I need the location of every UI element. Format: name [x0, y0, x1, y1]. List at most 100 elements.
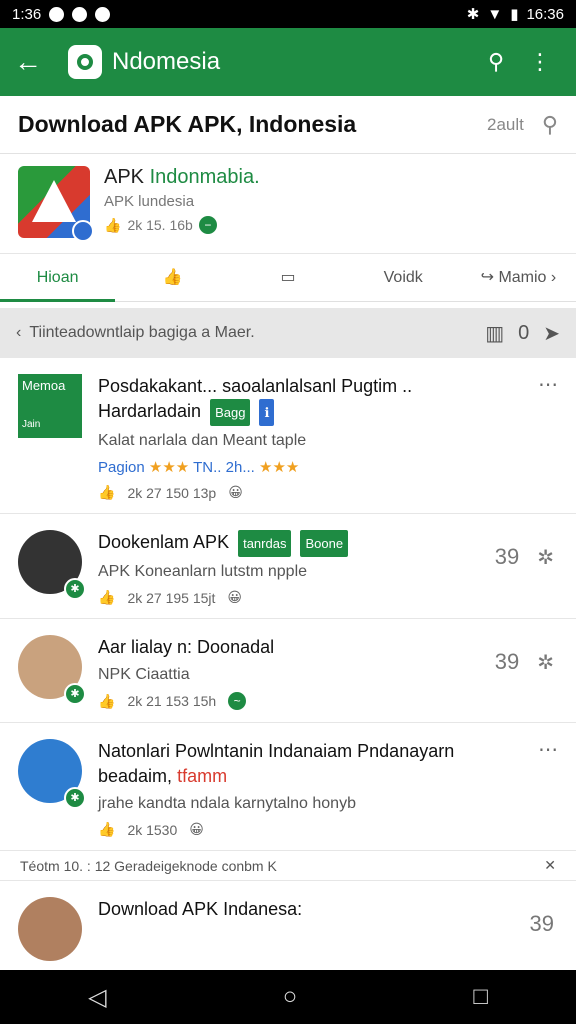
- search-query[interactable]: Download APK APK, Indonesia: [18, 111, 487, 138]
- emoji-icon: 😀: [189, 821, 204, 837]
- post-stats: 2k 1530: [127, 821, 178, 838]
- post-title-text: beadaim,: [98, 766, 173, 786]
- thumb-up-icon: 👍: [162, 268, 183, 286]
- list-item[interactable]: ✱ Natonlari Powlntanin Indanaiam Pndanay…: [0, 723, 576, 851]
- app-name-highlight: Indonmabia.: [149, 166, 260, 188]
- app-subtitle: APK lundesia: [104, 193, 195, 210]
- home-nav-icon[interactable]: ○: [283, 983, 298, 1011]
- post-title: Aar lialay n: Doonadal: [98, 637, 275, 657]
- app-header[interactable]: APK Indonmabia. APK lundesia 👍 2k 15. 16…: [0, 154, 576, 254]
- more-options-icon[interactable]: ⋯: [538, 737, 558, 762]
- status-bar: 1:36 ✱ ▼ ▮ 16:36: [0, 0, 576, 28]
- chevron-left-icon[interactable]: ‹: [16, 324, 21, 342]
- tab-share[interactable]: ↪ Mamio ›: [461, 254, 576, 302]
- list-item[interactable]: Memoa Jain Posdakakant... saoalanlalsanl…: [0, 358, 576, 514]
- post-footer: 👍 2k 1530 😀: [98, 821, 558, 838]
- chevron-right-icon: ›: [550, 268, 557, 286]
- rating-text: TN.. 2h...: [193, 459, 255, 476]
- notice-text: Tiinteadowntlaip bagiga a Maer.: [29, 324, 255, 341]
- post-description: jrahe kandta ndala karnytalno honyb: [98, 795, 356, 812]
- post-side-actions: 39 ✲: [495, 649, 554, 675]
- tab-comment[interactable]: ▭: [230, 254, 345, 302]
- list-item[interactable]: ✱ Aar lialay n: Doonadal NPK Ciaattia 👍 …: [0, 619, 576, 723]
- tab-voidk[interactable]: Voidk: [346, 254, 461, 302]
- side-count: 39: [494, 649, 520, 674]
- notice-count: 0: [518, 321, 530, 344]
- app-stats-text: 2k 15. 16b: [127, 217, 193, 233]
- search-icon[interactable]: ⚲: [474, 49, 518, 75]
- app-name: APK Indonmabia.: [104, 166, 260, 189]
- back-nav-icon[interactable]: ◁: [88, 983, 106, 1012]
- like-icon: 👍: [104, 216, 122, 233]
- emoji-icon: 😀: [228, 484, 243, 500]
- close-icon[interactable]: ✕: [544, 857, 556, 874]
- post-thumbnail: Memoa Jain: [18, 374, 82, 438]
- post-title-highlight: tfamm: [177, 766, 228, 786]
- post-footer: 👍 2k 27 150 13p 😀: [98, 484, 558, 501]
- like-icon[interactable]: 👍: [98, 821, 115, 838]
- post-title: Natonlari Powlntanin Indanaiam Pndanayar…: [98, 741, 455, 761]
- green-badge-icon: ✱: [64, 787, 86, 809]
- like-icon[interactable]: 👍: [98, 693, 115, 710]
- post-title: Dookenlam APK tanrdas Boone: [98, 530, 558, 557]
- back-arrow-icon[interactable]: ←: [14, 46, 54, 78]
- status-time: 1:36: [12, 5, 42, 23]
- notification-icon: [72, 6, 88, 22]
- search-header: Download APK APK, Indonesia 2ault ⚲: [0, 96, 576, 154]
- post-rating: Pagion ★★★ TN.. 2h... ★★★: [98, 458, 558, 476]
- info-strip: Téotm 10. : 12 Geradeigeknode conbm K ✕: [0, 851, 576, 881]
- green-badge-icon: ✱: [64, 578, 86, 600]
- app-name-part: APK: [104, 166, 145, 188]
- green-badge-icon: −: [198, 216, 217, 234]
- list-item[interactable]: ✱ Dookenlam APK tanrdas Boone APK Konean…: [0, 514, 576, 619]
- comment-icon: ▭: [280, 268, 296, 286]
- post-footer: 👍 2k 21 153 15h ~: [98, 692, 558, 710]
- verified-badge-icon: [72, 220, 94, 242]
- emoji-icon: 😀: [227, 589, 243, 605]
- notification-icon: [49, 6, 65, 22]
- side-count: 39: [529, 911, 554, 936]
- feed: Memoa Jain Posdakakant... saoalanlalsanl…: [0, 358, 576, 968]
- recents-nav-icon[interactable]: □: [473, 983, 488, 1011]
- post-title: Download APK Indanesa:: [98, 899, 303, 919]
- like-icon[interactable]: 👍: [98, 484, 115, 501]
- app-bar-title: Ndomesia: [112, 48, 221, 75]
- puzzle-icon[interactable]: ✲: [537, 545, 554, 570]
- post-title-line2: beadaim, tfamm: [98, 764, 558, 789]
- battery-icon: ▮: [510, 6, 519, 23]
- post-title-line2: Hardarladain Bagg ℹ: [98, 399, 558, 426]
- post-title-text: Hardarladain: [98, 401, 202, 421]
- share-icon: ↪: [480, 268, 494, 286]
- thumbnail-text: Memoa: [22, 378, 66, 393]
- avatar: ✱: [18, 739, 86, 809]
- send-icon[interactable]: ➤: [543, 321, 560, 346]
- star-icon: ★★★: [259, 459, 300, 476]
- green-badge-icon: ~: [228, 692, 247, 710]
- post-description: NPK Ciaattia: [98, 666, 190, 683]
- post-stats: 2k 27 150 13p: [127, 484, 217, 501]
- app-stats: 👍 2k 15. 16b −: [104, 216, 260, 234]
- like-icon[interactable]: 👍: [98, 589, 115, 606]
- app-icon: [18, 166, 94, 242]
- wifi-icon: ▼: [487, 5, 503, 23]
- chart-icon[interactable]: ▥: [485, 321, 504, 346]
- info-strip-text: Téotm 10. : 12 Geradeigeknode conbm K: [20, 857, 277, 874]
- search-icon[interactable]: ⚲: [542, 112, 558, 138]
- avatar: ✱: [18, 635, 86, 705]
- post-side-actions: 39: [530, 911, 554, 937]
- post-description: APK Koneanlarn lutstm npple: [98, 563, 308, 580]
- more-vert-icon[interactable]: ⋮: [518, 49, 562, 75]
- tab-hioan[interactable]: Hioan: [0, 254, 116, 302]
- side-count: 39: [494, 544, 520, 569]
- puzzle-icon[interactable]: ✲: [537, 650, 554, 675]
- system-nav-bar: ◁ ○ □: [0, 970, 576, 1024]
- post-side-actions: 39 ✲: [495, 544, 554, 570]
- post-footer: 👍 2k 27 195 15jt 😀: [98, 589, 558, 606]
- notification-icon: [95, 6, 111, 22]
- more-options-icon[interactable]: ⋯: [538, 372, 558, 397]
- list-item[interactable]: Download APK Indanesa: 39: [0, 881, 576, 968]
- status-clock: 16:36: [526, 5, 564, 23]
- post-stats: 2k 21 153 15h: [127, 693, 217, 709]
- app-logo: [68, 45, 102, 79]
- tab-like[interactable]: 👍: [115, 254, 230, 302]
